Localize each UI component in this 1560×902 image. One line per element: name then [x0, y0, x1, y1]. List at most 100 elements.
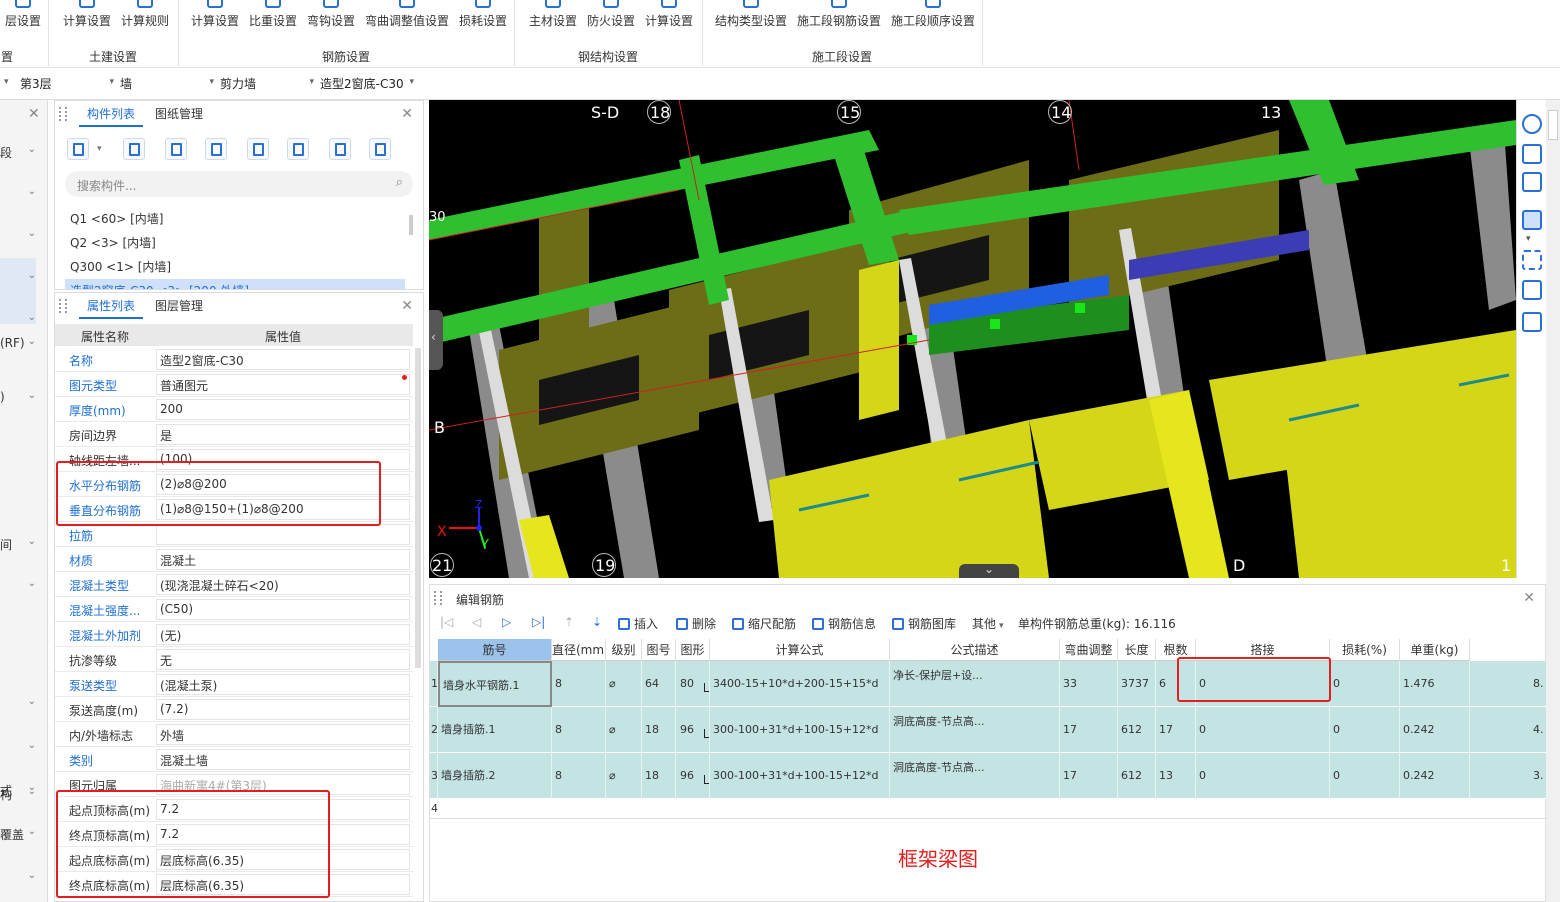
left-nav-item[interactable]: 覆盖 ⌄ [0, 820, 46, 846]
cell-loss[interactable]: 0 [1330, 661, 1400, 707]
drag-handle-icon[interactable] [434, 591, 442, 605]
column-header[interactable]: 损耗(%) [1330, 639, 1400, 661]
scale-rebar-button[interactable]: 缩尺配筋 [732, 615, 796, 632]
cell-count[interactable]: 13 [1156, 753, 1196, 799]
ribbon-button-13[interactable]: 施工段顺序设置 [886, 0, 980, 42]
chevron-down-icon[interactable]: ▾ [97, 144, 102, 154]
property-value-field[interactable]: (无) [156, 624, 410, 645]
cell-desc[interactable]: 洞底高度-节点高... [890, 753, 1060, 799]
column-header[interactable]: 直径(mm) [552, 639, 606, 661]
property-value-field[interactable]: 无 [156, 649, 410, 670]
left-nav-item[interactable]: ⌄ [0, 264, 46, 290]
scrollbar[interactable] [415, 348, 421, 668]
property-value-field[interactable]: 外墙 [156, 724, 410, 745]
drag-handle-icon[interactable] [59, 107, 67, 121]
property-row[interactable]: 混凝土外加剂 (无) [55, 622, 413, 647]
copy-button[interactable] [123, 138, 145, 160]
table-row[interactable]: 3墙身插筋.28⌀1896533300-100+31*d+100-15+12*d… [430, 753, 1547, 799]
cell-lap[interactable]: 0 [1196, 753, 1330, 799]
cell-loss[interactable]: 0 [1330, 707, 1400, 753]
tab-drawing-management[interactable]: 图纸管理 [147, 101, 211, 127]
column-header[interactable]: 长度 [1118, 639, 1156, 661]
column-header[interactable]: 筋号 [438, 639, 552, 661]
cell-fig[interactable]: 64 [642, 661, 676, 707]
cell-formula[interactable]: 3400-15+10*d+200-15+15*d [710, 661, 890, 707]
cell-weight[interactable]: 0.242 [1400, 707, 1470, 753]
ribbon-button-10[interactable]: 计算设置 [640, 0, 698, 42]
rebar-library-button[interactable]: 钢筋图库 [892, 615, 956, 632]
left-nav-item[interactable]: ) ⌄ [0, 384, 46, 410]
property-row[interactable]: 内/外墙标志 外墙 [55, 722, 413, 747]
cell-loss[interactable]: 0 [1330, 753, 1400, 799]
solid-view-icon[interactable] [1522, 210, 1542, 230]
cell-fig[interactable]: 18 [642, 707, 676, 753]
cell-len[interactable]: 3737 [1118, 661, 1156, 707]
left-nav-item[interactable]: (RF) ⌄ [0, 330, 46, 356]
left-nav-item[interactable]: ⌄ [0, 734, 46, 760]
left-nav-item[interactable]: 段 ⌄ [0, 138, 46, 164]
cell-desc[interactable]: 净长-保护层+设... [890, 661, 1060, 707]
ribbon-button-9[interactable]: 防火设置 [582, 0, 640, 42]
filter-button[interactable] [329, 138, 351, 160]
shape-cell[interactable]: 96533 [676, 707, 710, 753]
subtype-select[interactable]: 剪力墙 ▾ [220, 75, 314, 93]
component-list-item[interactable]: Q1 <60> [内墙] [65, 207, 405, 229]
property-value-field[interactable]: (混凝土泵) [156, 674, 410, 695]
property-row[interactable]: 厚度(mm) 200 [55, 397, 413, 422]
component-list-item[interactable]: 造型2窗底-C30 <3> [200 外墙] [65, 279, 405, 289]
last-record-icon[interactable]: ▷| [532, 615, 545, 629]
chevron-down-icon[interactable]: ▾ [4, 77, 9, 87]
shape-cell[interactable]: 803570120 [676, 661, 710, 707]
column-header[interactable]: 弯曲调整 [1060, 639, 1118, 661]
ribbon-button-7[interactable]: 损耗设置 [454, 0, 512, 42]
ribbon-button-0[interactable]: 层设置 [0, 0, 46, 42]
property-row[interactable]: 泵送高度(m) (7.2) [55, 697, 413, 722]
settings-button[interactable] [369, 138, 391, 160]
property-value-field[interactable]: 是 [156, 424, 410, 445]
cell-len[interactable]: 612 [1118, 753, 1156, 799]
delete-row-button[interactable]: 删除 [676, 615, 716, 632]
scrollbar[interactable] [409, 215, 413, 235]
table-row[interactable]: 2墙身插筋.18⌀1896533300-100+31*d+100-15+12*d… [430, 707, 1547, 753]
ribbon-button-2[interactable]: 计算规则 [116, 0, 174, 42]
column-header[interactable]: 计算公式 [710, 639, 890, 661]
left-nav-item[interactable]: ⌄ [0, 306, 46, 332]
close-icon[interactable]: ✕ [1523, 590, 1535, 606]
chevron-down-icon[interactable]: ▾ [1526, 234, 1531, 244]
ribbon-button-12[interactable]: 施工段钢筋设置 [792, 0, 886, 42]
property-row[interactable]: 类别 混凝土墙 [55, 747, 413, 772]
search-input[interactable]: 搜索构件... [77, 177, 136, 194]
cell-grade[interactable]: ⌀ [606, 661, 642, 707]
cell-extra[interactable]: 3. [1530, 753, 1547, 799]
ribbon-button-3[interactable]: 计算设置 [186, 0, 244, 42]
property-row[interactable]: 泵送类型 (混凝土泵) [55, 672, 413, 697]
cell-formula[interactable]: 300-100+31*d+100-15+12*d [710, 753, 890, 799]
ribbon-button-8[interactable]: 主材设置 [524, 0, 582, 42]
collapse-bottom-handle[interactable]: ⌄ [959, 562, 1019, 578]
shape-cell[interactable]: 96533 [676, 753, 710, 799]
other-menu-button[interactable]: 其他 ▾ [972, 615, 1004, 632]
floor-select[interactable]: 第3层 ▾ [20, 75, 114, 93]
left-nav-item[interactable]: ⌄ [0, 690, 46, 716]
column-header[interactable]: 单重(kg) [1400, 639, 1470, 661]
3d-viewport[interactable]: S-D 18 15 14 13 30 B 21 19 D 1 X Y Z ‹ ⌄ [429, 100, 1516, 578]
property-value-field[interactable]: 混凝土墙 [156, 749, 410, 770]
delete-button[interactable] [165, 138, 187, 160]
cell-grade[interactable]: ⌀ [606, 707, 642, 753]
cell-name[interactable]: 墙身插筋.2 [438, 753, 552, 799]
move-up-icon[interactable]: ⇡ [564, 615, 574, 629]
tab-layer-management[interactable]: 图层管理 [147, 293, 211, 319]
component-list-item[interactable]: Q2 <3> [内墙] [65, 231, 405, 253]
3d-box-icon[interactable] [1522, 172, 1542, 192]
search-icon[interactable]: ⌕ [396, 175, 403, 190]
column-header[interactable]: 级别 [606, 639, 642, 661]
column-header[interactable]: 图号 [642, 639, 676, 661]
left-nav-item[interactable]: ⌄ [0, 572, 46, 598]
property-value-field[interactable]: (现浇混凝土碎石<20) [156, 574, 410, 595]
first-record-icon[interactable]: |◁ [440, 615, 453, 629]
cell-fig[interactable]: 18 [642, 753, 676, 799]
empty-row[interactable]: 4 [430, 799, 1547, 819]
fit-view-icon[interactable] [1522, 250, 1542, 270]
2d-view-icon[interactable] [1522, 144, 1542, 164]
ribbon-button-4[interactable]: 比重设置 [244, 0, 302, 42]
